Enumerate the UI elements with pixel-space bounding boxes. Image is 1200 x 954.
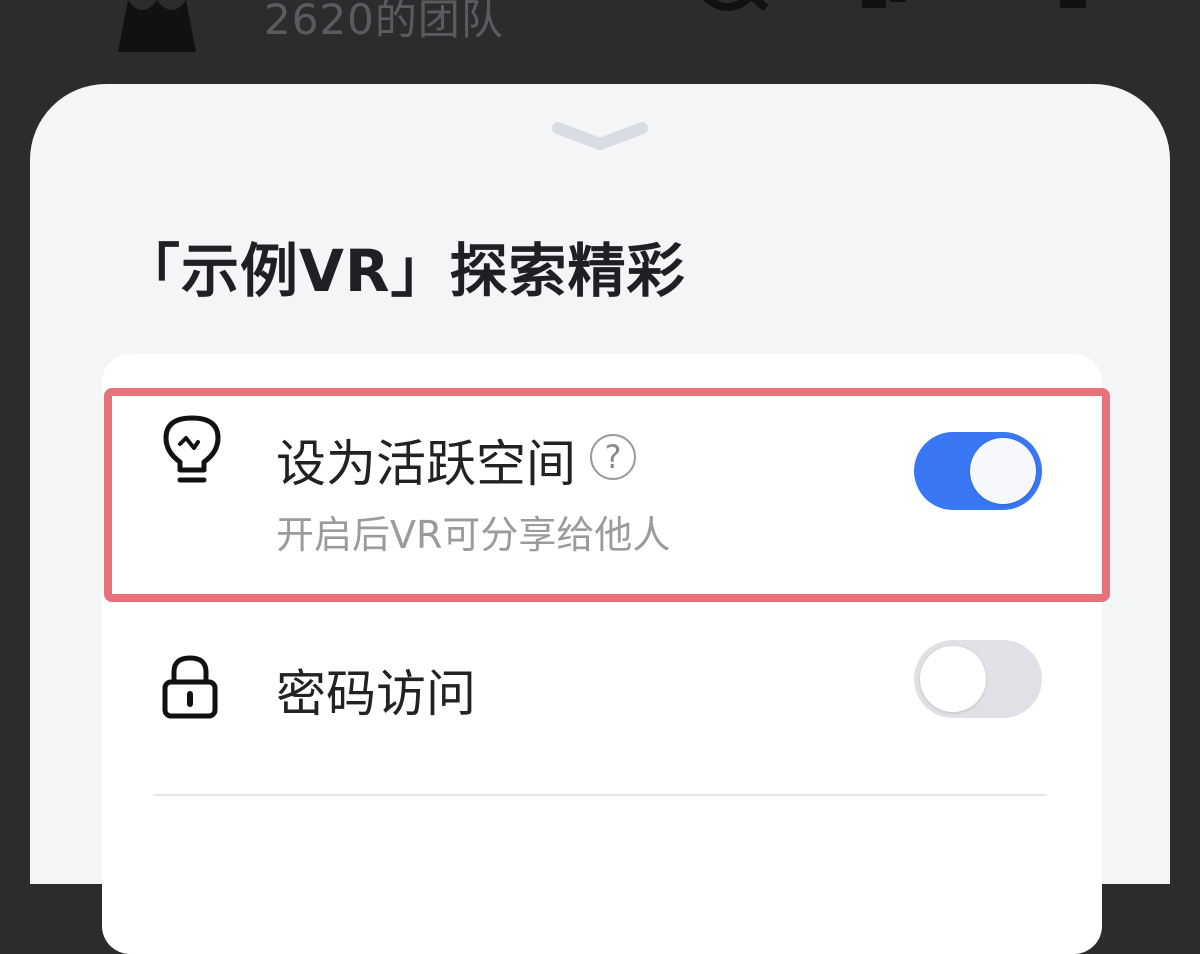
divider (154, 794, 1046, 796)
header-bar: 2620的团队 (0, 0, 1200, 90)
setting-row-password: 密码访问 (102, 614, 1102, 764)
edit-icon[interactable] (860, 0, 908, 16)
team-name: 2620的团队 (264, 0, 504, 44)
password-toggle[interactable] (914, 640, 1042, 718)
setting-label-password: 密码访问 (276, 665, 476, 723)
chevron-down-icon[interactable] (550, 120, 650, 154)
menu-icon[interactable] (1056, 0, 1090, 14)
highlight-box (104, 388, 1110, 602)
sheet-title: 「示例VR」探索精彩 (122, 237, 686, 305)
lock-icon (162, 655, 218, 719)
search-icon[interactable] (690, 0, 770, 16)
toggle-knob (920, 646, 986, 712)
avatar[interactable] (118, 0, 196, 52)
